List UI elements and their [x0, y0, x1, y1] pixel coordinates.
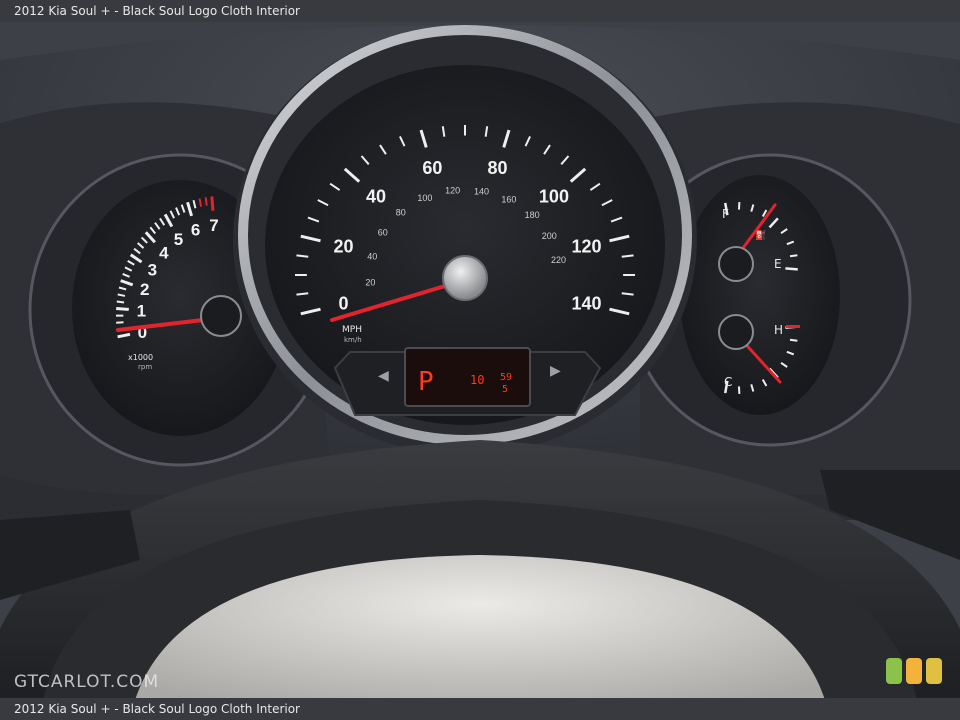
kmh-label: 40	[367, 252, 377, 262]
kmh-label: 20	[365, 277, 375, 287]
speed-tick	[621, 292, 634, 296]
right-arrow-icon: ▶	[550, 363, 561, 379]
fuel-needle-hub	[718, 246, 754, 282]
caption-top: 2012 Kia Soul + - Black Soul Logo Cloth …	[0, 0, 960, 22]
tach-unit-label: x1000	[128, 353, 153, 362]
mph-label: 140	[571, 294, 601, 314]
mph-label: 60	[422, 158, 442, 178]
kmh-label: 180	[525, 210, 540, 220]
gear-indicator: P	[418, 367, 434, 397]
watermark: GTCARLOT.COM	[14, 672, 160, 692]
lcd-value-a: 10	[470, 373, 484, 387]
kmh-label: 200	[542, 231, 557, 241]
tach-needle-hub	[200, 295, 242, 337]
temp-red-zone	[786, 325, 800, 328]
temp-cold-label: C	[724, 375, 732, 389]
tach-label: 1	[137, 301, 146, 320]
dashboard-photo: ◀ ▶ 0 20 40 60 80 100 120 140 20 40 60 80 100 120 140…	[0, 0, 960, 720]
mph-label: 100	[539, 187, 569, 207]
kmh-label: 160	[501, 195, 516, 205]
photo-frame: 2012 Kia Soul + - Black Soul Logo Cloth …	[0, 0, 960, 720]
fuel-empty-label: E	[774, 257, 782, 271]
tach-label: 3	[148, 260, 157, 279]
mph-label: 120	[571, 236, 601, 256]
mph-unit-label: MPH	[342, 325, 362, 335]
badge-yellow	[926, 658, 942, 684]
tach-label: 6	[191, 221, 200, 240]
fuel-pump-icon: ⛽	[755, 229, 766, 241]
speed-tick	[296, 254, 309, 258]
kmh-label: 60	[378, 228, 388, 238]
speedometer: ◀ ▶	[233, 25, 697, 455]
temp-needle-hub	[718, 314, 754, 350]
tach-tick	[116, 300, 125, 304]
mph-label: 80	[488, 158, 508, 178]
left-arrow-icon: ◀	[378, 368, 389, 384]
kmh-label: 140	[474, 186, 489, 196]
speed-tick	[621, 254, 634, 258]
badge-orange	[906, 658, 922, 684]
fuel-tick	[785, 267, 798, 271]
fuel-full-label: F	[722, 207, 729, 221]
caption-bottom: 2012 Kia Soul + - Black Soul Logo Cloth …	[0, 698, 960, 720]
temp-tick	[789, 338, 798, 342]
lcd-value-c: 5	[502, 384, 508, 395]
kmh-unit-label: km/h	[344, 336, 362, 344]
speed-tick	[296, 292, 309, 296]
tach-label: 2	[140, 280, 149, 299]
kmh-label: 80	[396, 207, 406, 217]
fuel-temp-dial	[680, 175, 840, 415]
tach-tick	[204, 197, 208, 206]
tach-label: 5	[174, 230, 183, 249]
tach-rpm-label: rpm	[138, 363, 152, 371]
kmh-label: 100	[417, 193, 432, 203]
speed-needle-hub	[442, 255, 488, 301]
fuel-tick	[789, 254, 798, 258]
tach-tick	[210, 196, 215, 211]
temp-hot-label: H	[774, 323, 783, 337]
tach-tick	[116, 307, 129, 311]
kmh-label: 220	[551, 255, 566, 265]
mph-label: 20	[333, 236, 353, 256]
lcd-value-b: 59	[500, 372, 512, 383]
tach-label: 4	[159, 243, 169, 262]
mph-label: 0	[338, 294, 348, 314]
tach-label: 7	[209, 216, 218, 235]
badge-green	[886, 658, 902, 684]
kmh-label: 120	[445, 186, 460, 196]
mph-label: 40	[366, 187, 386, 207]
